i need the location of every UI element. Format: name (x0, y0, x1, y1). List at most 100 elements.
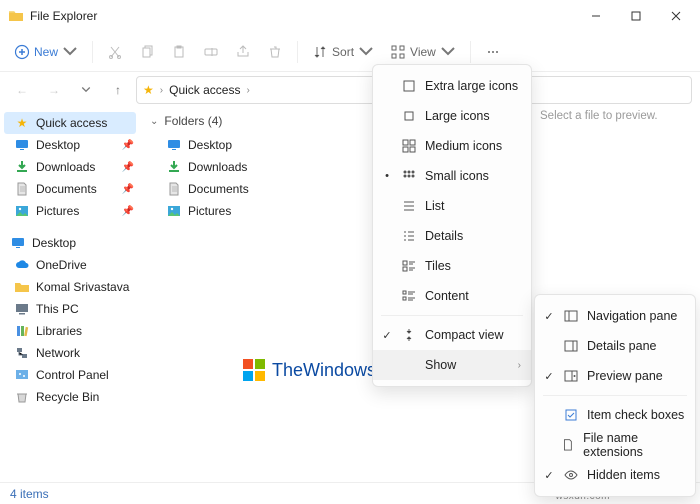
pictures-icon (166, 203, 182, 219)
sidebar-desktop-header[interactable]: Desktop (0, 232, 140, 254)
sidebar-item-thispc[interactable]: This PC (0, 298, 140, 320)
file-icon (561, 437, 575, 453)
search-input[interactable]: ick access (512, 76, 692, 104)
chevron-right-icon: › (246, 85, 249, 96)
menu-item-xl-icons[interactable]: Extra large icons (373, 71, 531, 101)
checkbox-icon (563, 407, 579, 423)
compact-icon (401, 327, 417, 343)
chevron-down-icon (62, 44, 78, 60)
sidebar-quick-access[interactable]: ★ Quick access (4, 112, 136, 134)
network-icon (14, 345, 30, 361)
desktop-icon (14, 137, 30, 153)
preview-pane-hint: Select a file to preview. (540, 110, 690, 122)
pin-icon: 📌 (122, 162, 134, 173)
pin-icon: 📌 (122, 206, 134, 217)
command-bar: New Sort View (0, 32, 700, 72)
check-icon: ✓ (381, 329, 393, 342)
chevron-down-icon (440, 44, 456, 60)
recent-button[interactable] (72, 76, 100, 104)
menu-item-sm-icons[interactable]: •Small icons (373, 161, 531, 191)
documents-icon (166, 181, 182, 197)
controlpanel-icon (14, 367, 30, 383)
check-icon: ✓ (543, 469, 555, 482)
sidebar-item-desktop[interactable]: Desktop📌 (0, 134, 140, 156)
sidebar-item-downloads[interactable]: Downloads📌 (0, 156, 140, 178)
minimize-button[interactable] (576, 2, 616, 30)
item-count: 4 items (10, 487, 49, 501)
more-button[interactable] (479, 40, 507, 64)
view-button[interactable]: View (384, 40, 462, 64)
cut-button[interactable] (101, 40, 129, 64)
sidebar-item-controlpanel[interactable]: Control Panel (0, 364, 140, 386)
share-button[interactable] (229, 40, 257, 64)
menu-item-detailspane[interactable]: Details pane (535, 331, 695, 361)
new-label: New (34, 45, 58, 59)
menu-item-show[interactable]: Show› (373, 350, 531, 380)
tiles-icon (401, 258, 417, 274)
pin-icon: 📌 (122, 184, 134, 195)
menu-item-previewpane[interactable]: ✓Preview pane (535, 361, 695, 391)
sidebar-item-pictures[interactable]: Pictures📌 (0, 200, 140, 222)
forward-button[interactable]: → (40, 76, 68, 104)
up-button[interactable]: ↑ (104, 76, 132, 104)
nav-row: ← → ↑ ★ › Quick access › ick access (0, 72, 700, 108)
title-bar: File Explorer (0, 0, 700, 32)
grid-icon (401, 108, 417, 124)
new-button[interactable]: New (8, 40, 84, 64)
address-location: Quick access (169, 83, 240, 97)
downloads-icon (14, 159, 30, 175)
maximize-button[interactable] (616, 2, 656, 30)
thispc-icon (14, 301, 30, 317)
pictures-icon (14, 203, 30, 219)
pane-icon (563, 308, 579, 324)
star-icon: ★ (14, 115, 30, 131)
menu-item-compact[interactable]: ✓Compact view (373, 320, 531, 350)
folder-icon (14, 279, 30, 295)
view-label: View (410, 45, 436, 59)
menu-item-extensions[interactable]: File name extensions (535, 430, 695, 460)
chevron-down-icon: ⌄ (150, 116, 158, 127)
sort-label: Sort (332, 45, 354, 59)
star-icon: ★ (143, 83, 154, 97)
menu-item-hidden[interactable]: ✓Hidden items (535, 460, 695, 490)
copy-button[interactable] (133, 40, 161, 64)
downloads-icon (166, 159, 182, 175)
menu-item-lg-icons[interactable]: Large icons (373, 101, 531, 131)
menu-item-checkboxes[interactable]: Item check boxes (535, 400, 695, 430)
delete-button[interactable] (261, 40, 289, 64)
sidebar-item-documents[interactable]: Documents📌 (0, 178, 140, 200)
check-icon: ✓ (543, 370, 555, 383)
close-button[interactable] (656, 2, 696, 30)
menu-item-navpane[interactable]: ✓Navigation pane (535, 301, 695, 331)
menu-item-list[interactable]: List (373, 191, 531, 221)
chevron-right-icon: › (518, 360, 521, 371)
cloud-icon (14, 257, 30, 273)
eye-icon (563, 467, 579, 483)
details-icon (401, 228, 417, 244)
show-submenu: ✓Navigation pane Details pane ✓Preview p… (534, 294, 696, 497)
sidebar-item-network[interactable]: Network (0, 342, 140, 364)
sidebar-item-user[interactable]: Komal Srivastava (0, 276, 140, 298)
documents-icon (14, 181, 30, 197)
grid-icon (401, 78, 417, 94)
rename-button[interactable] (197, 40, 225, 64)
navigation-pane: ★ Quick access Desktop📌 Downloads📌 Docum… (0, 108, 140, 482)
chevron-down-icon (358, 44, 374, 60)
sidebar-item-recyclebin[interactable]: Recycle Bin (0, 386, 140, 408)
chevron-right-icon: › (160, 85, 163, 96)
sort-button[interactable]: Sort (306, 40, 380, 64)
desktop-icon (10, 235, 26, 251)
menu-item-tiles[interactable]: Tiles (373, 251, 531, 281)
menu-item-details[interactable]: Details (373, 221, 531, 251)
libraries-icon (14, 323, 30, 339)
grid-icon (401, 168, 417, 184)
back-button[interactable]: ← (8, 76, 36, 104)
sidebar-item-libraries[interactable]: Libraries (0, 320, 140, 342)
pane-icon (563, 368, 579, 384)
menu-item-md-icons[interactable]: Medium icons (373, 131, 531, 161)
view-menu: Extra large icons Large icons Medium ico… (372, 64, 532, 387)
check-icon: ✓ (543, 310, 555, 323)
menu-item-content[interactable]: Content (373, 281, 531, 311)
sidebar-item-onedrive[interactable]: OneDrive (0, 254, 140, 276)
paste-button[interactable] (165, 40, 193, 64)
